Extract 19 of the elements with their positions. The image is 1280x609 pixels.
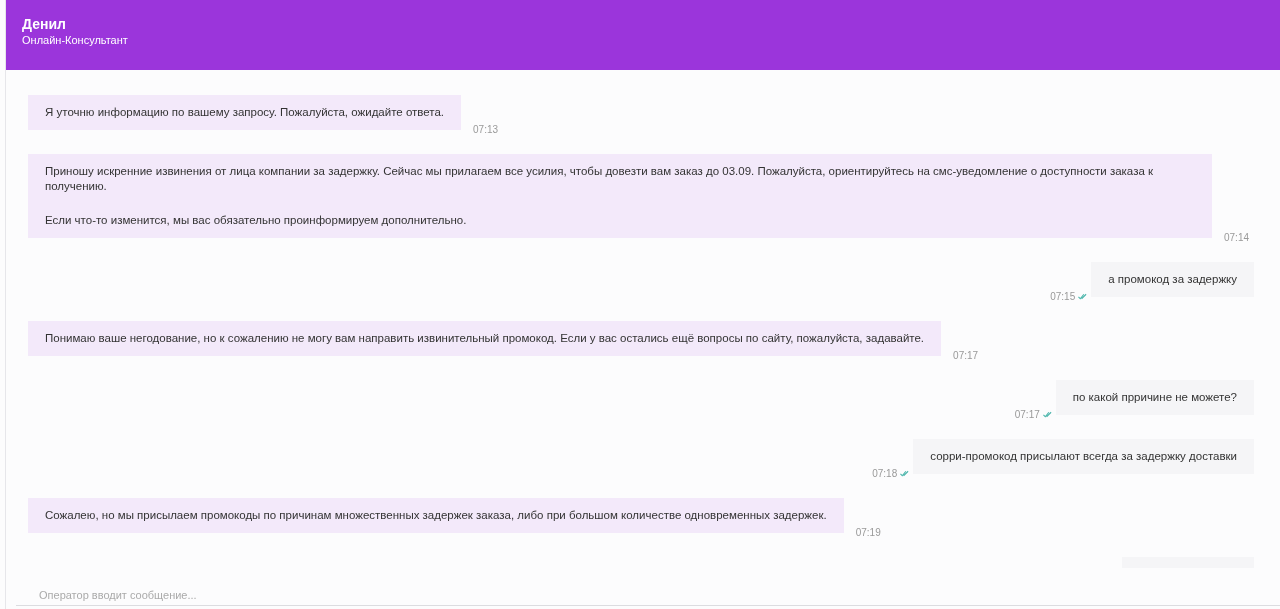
message-text: сорри-промокод присылают всегда за задержку доставки (930, 449, 1237, 464)
message-time: 07:14 (1224, 232, 1250, 243)
typing-status: Оператор вводит сообщение... (38, 589, 198, 603)
message-text: Приношу искренние извинения от лица компании за задержку. Сейчас мы прилагаем все усилия, чтобы довезти вам заказ до 03.09. Пожалуйста, ориентируйтесь на смс-уведомление о доступности заказа к получению. (45, 164, 1155, 194)
operator-role: Онлайн-Консультант (22, 33, 129, 48)
message-text: Сожалею, но мы присылаем промокоды по причинам множественных задержек заказа, либо при большом количестве одновременных задержек. (45, 508, 827, 523)
message-time: 07:19 (855, 527, 881, 538)
message-text: а промокод за задержку (1108, 272, 1237, 287)
message-text: Понимаю ваше негодование, но к сожалению не могу вам направить извинительный промокод. Если у вас остались ещё вопросы по сайту, пожалуйста, задавайте. (45, 331, 925, 346)
message-time: 07:15 (1050, 291, 1076, 302)
message-text: Если что-то изменится, мы вас обязательно проинформируем дополнительно. (45, 213, 468, 228)
operator-name: Денил (22, 16, 67, 33)
message-text: Я уточню информацию по вашему запросу. Пожалуйста, ожидайте ответа. (45, 105, 445, 120)
message-time: 07:17 (953, 350, 979, 361)
message-text: по какой прричине не можете? (1072, 390, 1237, 405)
message-time: 07:18 (872, 468, 898, 479)
message-input-field[interactable] (16, 605, 1280, 609)
message-time: 07:13 (473, 124, 499, 135)
message-time: 07:17 (1014, 409, 1040, 420)
